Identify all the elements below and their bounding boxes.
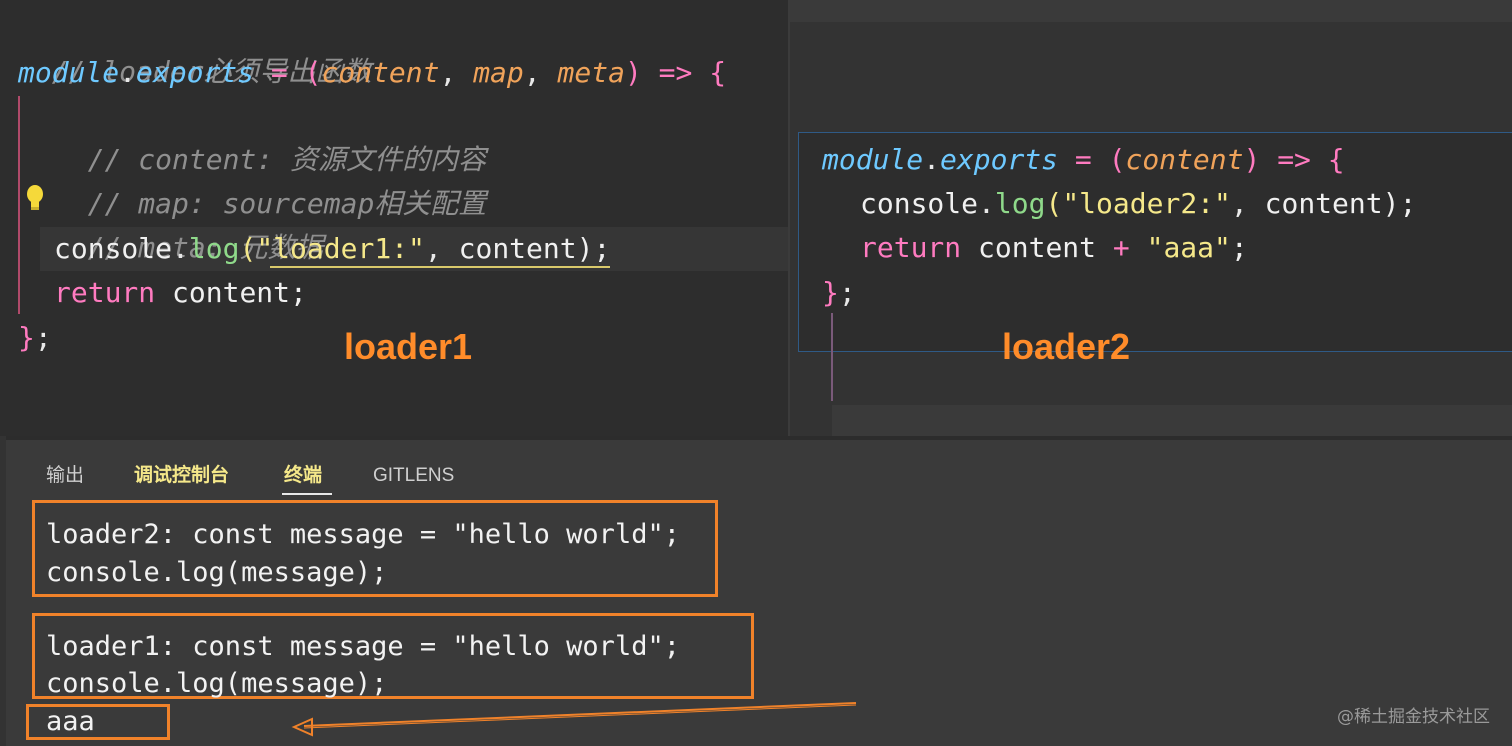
exports-keyword: exports [136, 56, 255, 89]
indent-guide [831, 313, 833, 401]
param-content: content [321, 56, 440, 89]
arrow-operator: => [641, 56, 710, 89]
brace-close: } [18, 321, 35, 354]
param-content: content [1125, 143, 1244, 176]
label-loader2: loader2 [1002, 326, 1131, 367]
comma: , [439, 56, 474, 89]
paren-close: ) [624, 56, 642, 89]
arrow-operator: => [1260, 143, 1328, 176]
editor-tab-bar [790, 0, 1512, 22]
dot: . [923, 143, 941, 176]
string-literal: "loader1:" [256, 232, 425, 265]
module-keyword: module [822, 143, 924, 176]
brace-open: { [1327, 143, 1345, 176]
lightbulb-icon[interactable] [24, 184, 46, 212]
watermark: @稀土掘金技术社区 [1337, 707, 1490, 727]
dot: . [119, 56, 137, 89]
comma: , [424, 232, 459, 265]
code-line-5[interactable]: // meta: 元数据 [54, 182, 324, 264]
dot: . [172, 232, 189, 265]
terminal-line: console.log(message); [46, 557, 388, 588]
terminal-line: loader2: const message = "hello world"; [46, 519, 680, 550]
tab-debug-console[interactable]: 调试控制台 [134, 462, 229, 494]
brace-open: { [709, 56, 727, 89]
tab-gitlens[interactable]: GITLENS [373, 462, 454, 494]
log-function: log [188, 232, 240, 265]
assign-operator: = [1058, 143, 1109, 176]
return-keyword: return [860, 231, 962, 264]
code-line-8[interactable]: }; [18, 316, 52, 360]
code-line-4[interactable]: }; [822, 271, 856, 315]
brace-close: } [822, 276, 839, 309]
argument: content [1264, 187, 1383, 220]
code-line-3[interactable]: return content + "aaa"; [860, 226, 1248, 270]
module-keyword: module [18, 56, 120, 89]
panel-edge [0, 436, 6, 746]
code-line-3[interactable]: // content: 资源文件的内容 [54, 94, 486, 176]
code-line-4[interactable]: // map: sourcemap相关配置 [54, 138, 487, 220]
semicolon: ; [838, 276, 856, 309]
code-line-1[interactable]: module.exports = (content) => { [822, 138, 1345, 182]
exports-keyword: exports [940, 143, 1059, 176]
paren-close: ); [576, 232, 611, 265]
return-value: content [961, 231, 1113, 264]
code-line-2[interactable]: console.log("loader2:", content); [860, 182, 1416, 226]
comma: , [1230, 187, 1265, 220]
console-object: console [54, 232, 173, 265]
assign-operator: = [254, 56, 305, 89]
semicolon: ; [1230, 231, 1248, 264]
terminal-line: aaa [46, 706, 95, 737]
param-map: map [473, 56, 524, 89]
tab-terminal[interactable]: 终端 [284, 462, 322, 494]
terminal-line: console.log(message); [46, 668, 388, 699]
param-meta: meta [557, 56, 625, 89]
return-keyword: return [54, 276, 156, 309]
paren-open: ( [239, 232, 257, 265]
paren-open: ( [1108, 143, 1126, 176]
paren-open: ( [304, 56, 322, 89]
dot: . [978, 187, 995, 220]
paren-close: ) [1243, 143, 1261, 176]
terminal-line: loader1: const message = "hello world"; [46, 631, 680, 662]
plus-operator: + [1112, 231, 1130, 264]
comma: , [523, 56, 558, 89]
string-literal: "loader2:" [1062, 187, 1231, 220]
indent-guide [18, 96, 20, 314]
annotation-arrow-icon [291, 702, 857, 737]
bracket-match-underline [270, 266, 610, 268]
code-line-7[interactable]: return content; [54, 271, 307, 315]
console-object: console [860, 187, 979, 220]
paren-open: ( [1045, 187, 1063, 220]
log-function: log [994, 187, 1046, 220]
active-tab-indicator [282, 493, 332, 495]
paren-close: ); [1382, 187, 1417, 220]
string-literal: "aaa" [1146, 231, 1231, 264]
label-loader1: loader1 [344, 326, 473, 367]
semicolon: ; [34, 321, 52, 354]
code-line-6[interactable]: console.log("loader1:", content); [54, 227, 610, 271]
return-value: content; [155, 276, 307, 309]
argument: content [458, 232, 577, 265]
tab-output[interactable]: 输出 [46, 462, 84, 494]
code-line-1[interactable]: // loader必须导出函数 [18, 6, 372, 88]
code-line-2[interactable]: module.exports = (content, map, meta) =>… [18, 51, 726, 95]
